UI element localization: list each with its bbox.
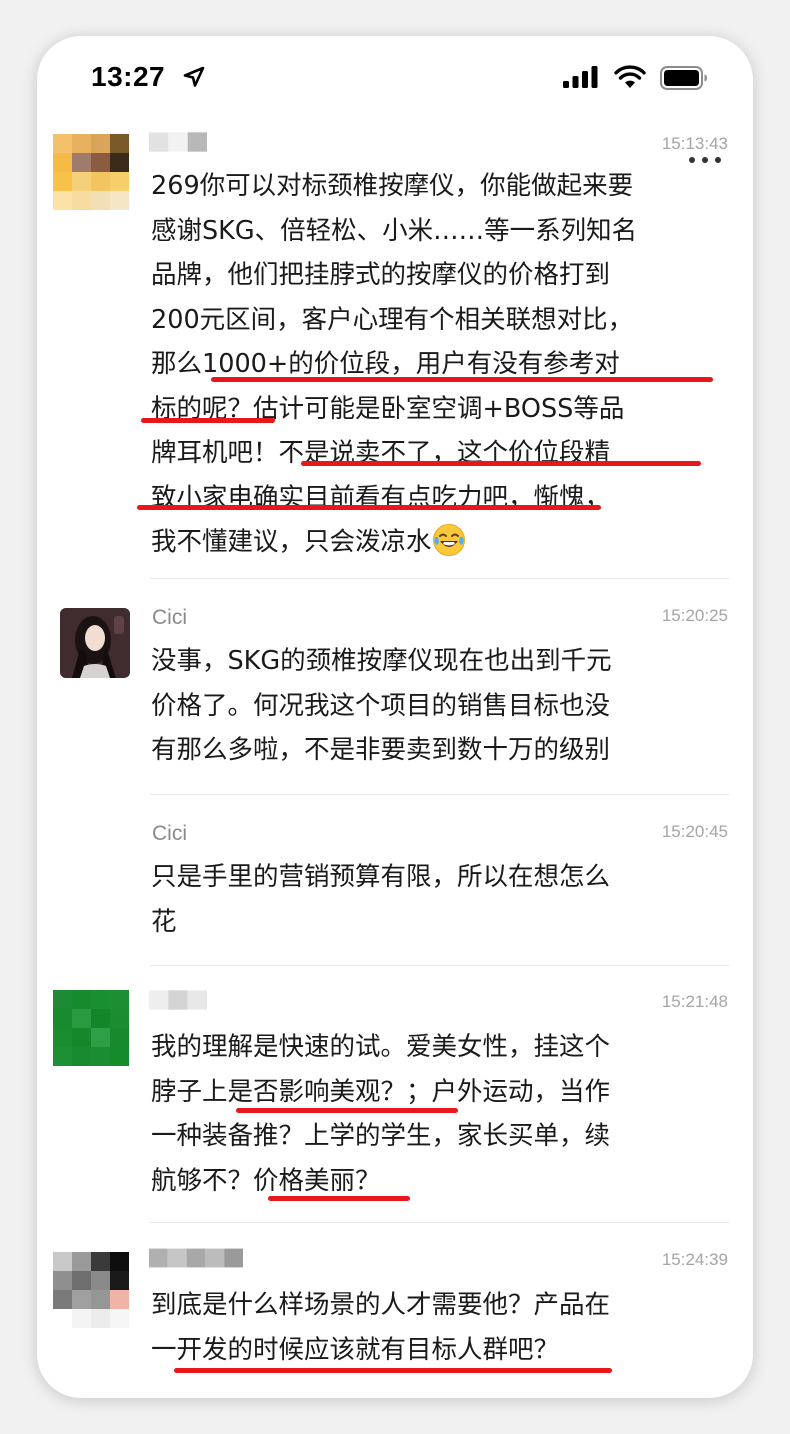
chat-message[interactable]: Cici 15:20:25 没事，SKG的颈椎按摩仪现在也出到千元 价格了。何况…	[37, 606, 753, 796]
message-line: 269你可以对标颈椎按摩仪，你能做起来要	[151, 171, 634, 201]
message-line: 花	[151, 906, 177, 937]
highlight-underline	[268, 1196, 410, 1201]
message-line: 200元区间，客户心理有个相关联想对比，	[151, 304, 634, 335]
message-divider	[150, 794, 729, 795]
message-line: 标的呢？估计可能是卧室空调+BOSS等品	[151, 393, 625, 424]
sender-name[interactable]: Cici	[152, 606, 187, 630]
message-line-text: 我不懂建议，只会泼凉水	[151, 527, 432, 557]
message-line: 牌耳机吧！不是说卖不了，这个价位段精	[151, 438, 611, 468]
message-line: 感谢SKG、倍轻松、小米……等一系列知名	[151, 215, 638, 246]
chat-message[interactable]: 15:24:39 到底是什么样场景的人才需要他？产品在 一开发的时候应该就有目标…	[37, 1248, 753, 1398]
message-text: 我的理解是快速的试。爱美女性，挂这个 脖子上是否影响美观？；户外运动，当作 一种…	[151, 1025, 731, 1203]
wifi-icon	[614, 65, 646, 88]
message-line: 致小家电确实目前看有点吃力吧，惭愧，	[151, 482, 611, 513]
highlight-underline	[137, 505, 601, 510]
highlight-underline	[301, 461, 701, 466]
message-divider	[150, 578, 729, 579]
message-divider	[150, 1222, 729, 1223]
status-bar: 13:27	[37, 36, 753, 120]
message-line: 一种装备推？上学的学生，家长买单，续	[151, 1121, 611, 1151]
message-line: 没事，SKG的颈椎按摩仪现在也出到千元	[151, 646, 612, 676]
chat-message[interactable]: Cici 15:20:45 只是手里的营销预算有限，所以在想怎么 花	[37, 822, 753, 962]
highlight-underline	[236, 1108, 458, 1113]
battery-icon	[660, 66, 707, 90]
message-line: 一开发的时候应该就有目标人群吧？	[151, 1334, 560, 1365]
pixelated-avatar[interactable]	[53, 990, 129, 1066]
message-line: 有那么多啦，不是非要卖到数十万的级别	[151, 735, 611, 765]
message-time: 15:20:45	[661, 822, 728, 841]
pixelated-avatar[interactable]	[53, 134, 129, 210]
message-line: 品牌，他们把挂脖式的按摩仪的价格打到	[151, 260, 611, 290]
more-icon[interactable]	[688, 156, 722, 164]
message-line: 我不懂建议，只会泼凉水	[151, 520, 731, 565]
pixelated-avatar[interactable]	[53, 1252, 129, 1328]
blurred-sender-name	[149, 132, 207, 152]
message-text: 没事，SKG的颈椎按摩仪现在也出到千元 价格了。何况我这个项目的销售目标也没 有…	[151, 639, 731, 773]
message-line: 我的理解是快速的试。爱美女性，挂这个	[151, 1032, 611, 1062]
message-divider	[150, 965, 729, 966]
message-line: 只是手里的营销预算有限，所以在想怎么	[151, 862, 611, 892]
chat-message[interactable]: 15:13:43 269你可以对标颈椎按摩仪，你能做起来要 感谢SKG、倍轻松、…	[37, 132, 753, 578]
blurred-sender-name	[149, 990, 207, 1010]
laughing-tears-emoji-icon	[432, 524, 465, 556]
message-text: 到底是什么样场景的人才需要他？产品在 一开发的时候应该就有目标人群吧？	[151, 1283, 731, 1372]
location-arrow-icon	[183, 66, 205, 87]
message-time: 15:24:39	[661, 1250, 728, 1269]
blurred-sender-name	[149, 1248, 243, 1268]
message-time: 15:21:48	[661, 992, 728, 1011]
chat-message[interactable]: 15:21:48 我的理解是快速的试。爱美女性，挂这个 脖子上是否影响美观？；户…	[37, 990, 753, 1222]
message-line: 到底是什么样场景的人才需要他？产品在	[151, 1290, 611, 1320]
highlight-underline	[211, 377, 713, 382]
message-text: 只是手里的营销预算有限，所以在想怎么 花	[151, 855, 731, 944]
message-time: 15:20:25	[661, 606, 728, 625]
highlight-underline	[174, 1368, 612, 1373]
phone-screen: 13:27 15:13:43 269你可以对标颈椎按摩仪，你能做起来要 感谢SK…	[37, 36, 753, 1398]
sender-name[interactable]: Cici	[152, 822, 187, 846]
avatar[interactable]	[60, 608, 130, 678]
message-line: 航够不？价格美丽？	[151, 1165, 381, 1196]
highlight-underline	[141, 418, 275, 423]
message-line: 价格了。何况我这个项目的销售目标也没	[151, 690, 611, 721]
message-time: 15:13:43	[661, 134, 728, 153]
cellular-signal-icon	[563, 66, 598, 88]
status-time: 13:27	[91, 61, 166, 92]
